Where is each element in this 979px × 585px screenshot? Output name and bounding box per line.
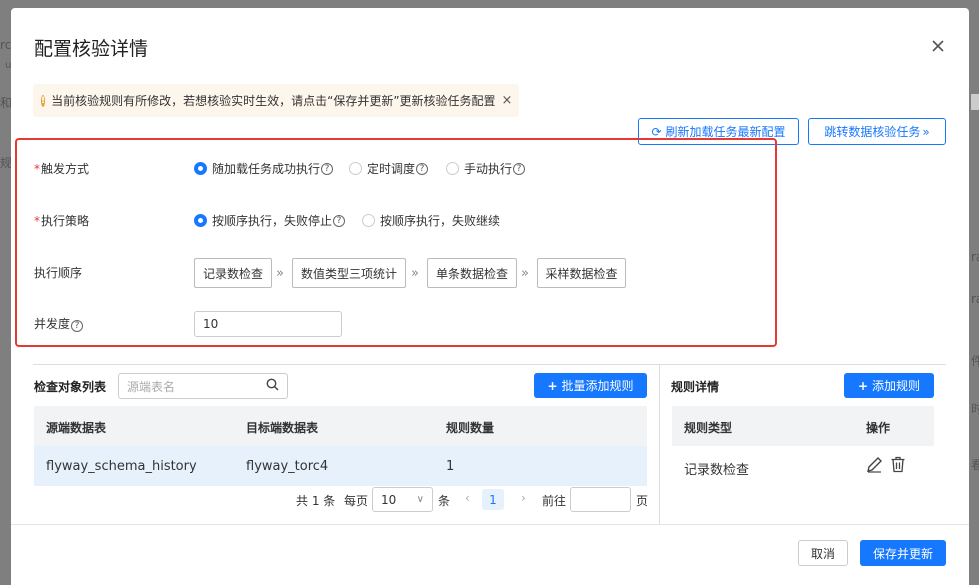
background-text: ra (971, 292, 979, 306)
col-rule-type: 规则类型 (684, 421, 733, 435)
col-actions: 操作 (866, 421, 891, 435)
help-icon: ? (321, 162, 334, 175)
trigger-option-0[interactable]: 随加载任务成功执行? (194, 160, 334, 177)
jump-task-button[interactable]: 跳转数据核验任务 » (808, 118, 946, 145)
objects-title: 检查对象列表 (34, 380, 107, 394)
plus-icon: + (857, 378, 869, 393)
search-input[interactable]: 源端表名 (118, 373, 288, 399)
refresh-icon: ⟳ (651, 124, 662, 139)
table-header (34, 406, 647, 446)
alert-text: 当前核验规则有所修改，若想核验实时生效，请点击“保存并更新”更新核验任务配置 (51, 94, 496, 108)
col-source: 源端数据表 (46, 421, 107, 435)
order-label: 执行顺序 (34, 266, 83, 280)
pagination-total: 共 1 条 (296, 494, 336, 508)
edit-icon[interactable] (866, 456, 883, 477)
order-step-3[interactable]: 采样数据检查 (537, 258, 626, 288)
chevron-right-icon: » (411, 266, 419, 281)
trigger-option-1[interactable]: 定时调度? (349, 160, 429, 177)
order-step-0[interactable]: 记录数检查 (194, 258, 272, 288)
help-icon: ? (416, 162, 429, 175)
concurrency-label: 并发度? (34, 315, 84, 332)
batch-add-rule-button[interactable]: + 批量添加规则 (534, 373, 647, 398)
col-target: 目标端数据表 (246, 421, 319, 435)
prev-page-icon[interactable]: ‹ (465, 491, 470, 505)
cell-count: 1 (446, 459, 455, 474)
chevron-down-icon: ∨ (416, 494, 424, 505)
help-icon: ? (71, 320, 84, 332)
background-text: rc (0, 38, 12, 52)
strategy-label: *执行策略 (34, 214, 90, 228)
trigger-option-2[interactable]: 手动执行? (446, 160, 526, 177)
help-icon: ? (513, 162, 526, 175)
chevron-right-icon: » (276, 266, 284, 281)
goto-label: 前往 (542, 494, 567, 508)
config-dialog: 配置核验详情 ! 当前核验规则有所修改，若想核验实时生效，请点击“保存并更新”更… (11, 8, 969, 585)
close-icon[interactable] (927, 35, 949, 57)
next-page-icon[interactable]: › (521, 491, 526, 505)
goto-page-input[interactable] (570, 487, 631, 512)
divider (33, 364, 946, 365)
save-update-button[interactable]: 保存并更新 (860, 540, 946, 566)
double-chevron-right-icon: » (922, 124, 930, 139)
cancel-button[interactable]: 取消 (798, 540, 848, 566)
page-1[interactable]: 1 (482, 489, 504, 510)
order-step-2[interactable]: 单条数据检查 (427, 258, 517, 288)
search-icon (266, 378, 279, 394)
alert-close-icon[interactable]: × (502, 93, 513, 108)
dialog-title: 配置核验详情 (34, 38, 149, 60)
background-text: 时 (971, 402, 979, 416)
page-size-select[interactable]: 10 ∨ (372, 487, 433, 512)
trigger-label: *触发方式 (34, 162, 90, 176)
help-icon: ? (333, 214, 346, 227)
footer-divider (11, 524, 969, 525)
cell-source: flyway_schema_history (46, 459, 197, 474)
chevron-right-icon: » (521, 266, 529, 281)
background-block (971, 94, 979, 110)
page-suffix: 页 (636, 494, 649, 508)
strategy-option-0[interactable]: 按顺序执行，失败停止? (194, 212, 346, 229)
cell-target: flyway_torc4 (246, 459, 329, 474)
col-count: 规则数量 (446, 421, 495, 435)
background-text: 看 (971, 458, 979, 472)
background-text: 件 (971, 354, 979, 368)
pagination-unit: 条 (438, 494, 451, 508)
warning-alert: ! 当前核验规则有所修改，若想核验实时生效，请点击“保存并更新”更新核验任务配置… (33, 84, 519, 117)
strategy-option-1[interactable]: 按顺序执行，失败继续 (362, 212, 500, 229)
concurrency-input[interactable]: 10 (194, 311, 342, 337)
delete-icon[interactable] (890, 456, 906, 477)
order-step-1[interactable]: 数值类型三项统计 (292, 258, 406, 288)
pagination-per-page-label: 每页 (344, 494, 369, 508)
divider (659, 364, 660, 524)
rules-title: 规则详情 (671, 380, 720, 394)
plus-icon: + (547, 378, 558, 393)
rule-type-cell: 记录数检查 (684, 463, 750, 478)
warning-icon: ! (41, 94, 46, 107)
background-text: ra (971, 250, 979, 264)
add-rule-button[interactable]: + 添加规则 (844, 373, 934, 398)
